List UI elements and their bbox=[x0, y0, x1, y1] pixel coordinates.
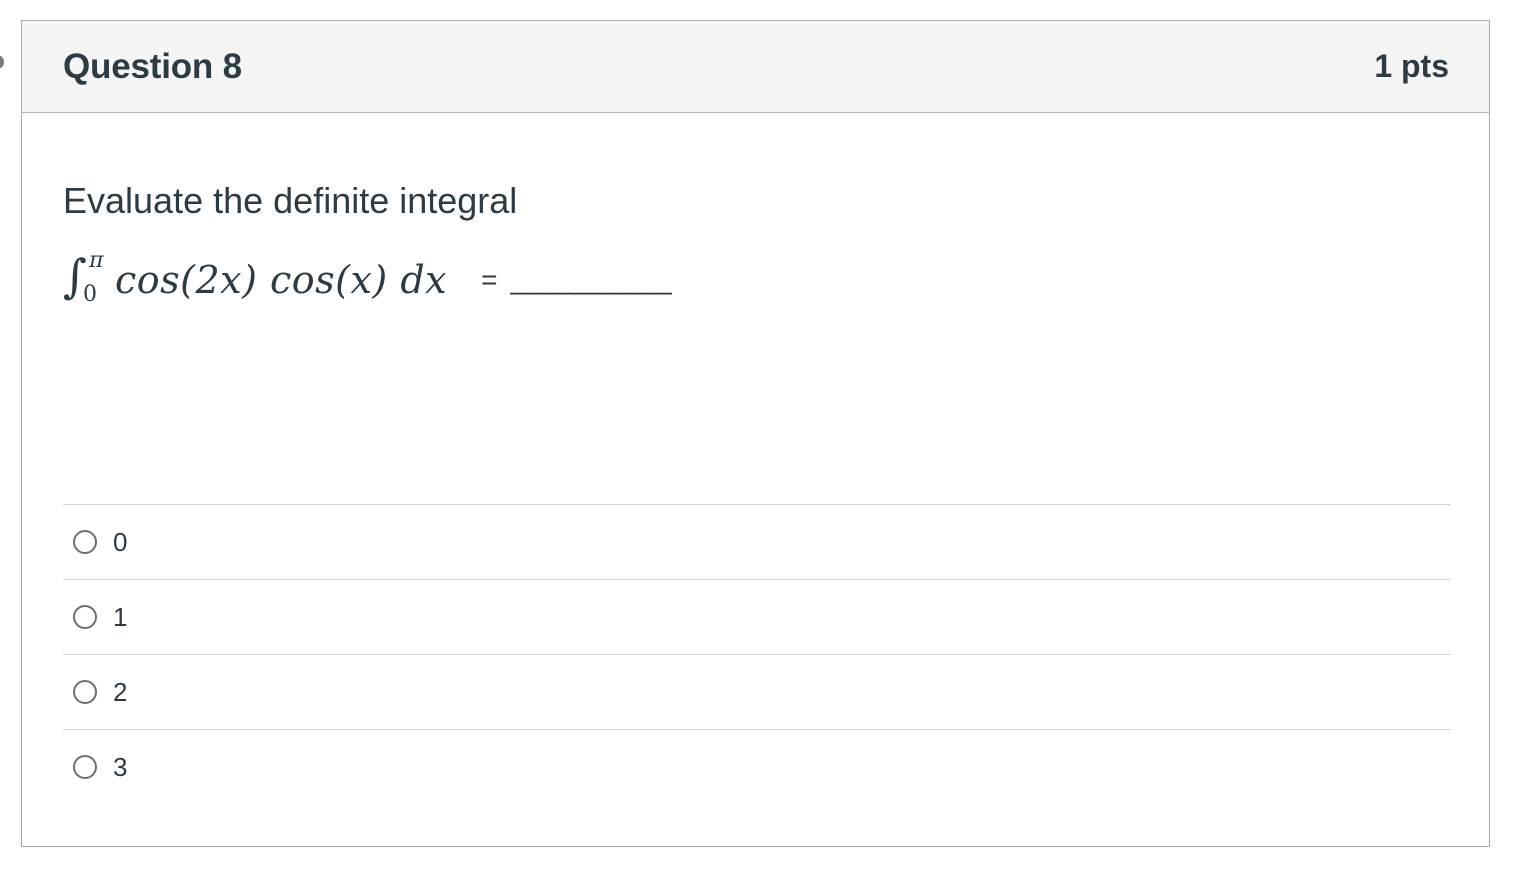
lower-limit: 0 bbox=[83, 282, 97, 307]
radio-button-icon[interactable] bbox=[73, 680, 97, 704]
question-card: Question 8 1 pts Evaluate the definite i… bbox=[21, 20, 1490, 847]
answer-label: 0 bbox=[113, 526, 128, 557]
answer-options: 0 1 2 3 bbox=[63, 504, 1451, 804]
radio-button-icon[interactable] bbox=[73, 755, 97, 779]
integrand: cos(2x) cos(x) dx bbox=[115, 258, 448, 302]
answer-option-2[interactable]: 2 bbox=[63, 654, 1451, 729]
answer-option-0[interactable]: 0 bbox=[63, 504, 1451, 579]
question-title: Question 8 bbox=[63, 46, 242, 86]
radio-button-icon[interactable] bbox=[73, 530, 97, 554]
answer-blank: ___________ bbox=[510, 264, 671, 295]
radio-button-icon[interactable] bbox=[73, 605, 97, 629]
answer-label: 1 bbox=[113, 601, 128, 632]
integral-equation: ∫ π 0 cos(2x) cos(x) dx = ___________ bbox=[63, 245, 1449, 315]
previous-item-marker bbox=[0, 56, 4, 68]
answer-label: 2 bbox=[113, 676, 128, 707]
question-header: Question 8 1 pts bbox=[22, 21, 1489, 113]
answer-option-1[interactable]: 1 bbox=[63, 579, 1451, 654]
integral-expression: ∫ π 0 bbox=[63, 245, 115, 315]
equals-sign: = bbox=[481, 264, 498, 295]
question-prompt: Evaluate the definite integral bbox=[63, 180, 518, 221]
question-body: Evaluate the definite integral ∫ π 0 cos… bbox=[22, 179, 1489, 315]
answer-option-3[interactable]: 3 bbox=[63, 729, 1451, 804]
upper-limit: π bbox=[89, 248, 104, 273]
answer-label: 3 bbox=[113, 751, 128, 782]
question-points: 1 pts bbox=[1374, 48, 1449, 84]
